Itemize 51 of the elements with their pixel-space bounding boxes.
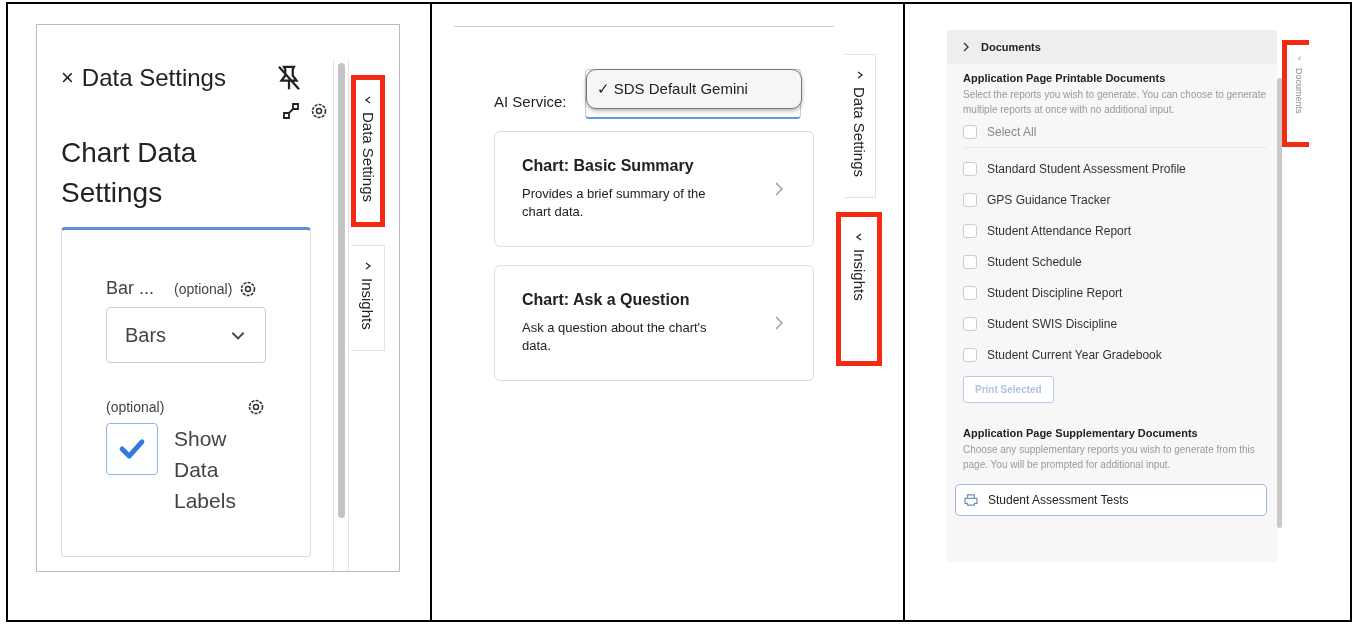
panel-title: Data Settings: [81, 64, 226, 92]
checkbox[interactable]: [963, 316, 977, 331]
ai-service-select[interactable]: ✓ SDS Default Gemini: [584, 69, 801, 119]
insight-card[interactable]: Chart: Basic Summary Provides a brief summary of the chart data.: [494, 131, 814, 247]
scrollbar[interactable]: [1277, 78, 1282, 528]
section-description: Select the reports you wish to generate. You can choose to generate multiple reports at once with no additional input.: [963, 88, 1267, 117]
section-header[interactable]: Documents: [947, 30, 1277, 64]
chevron-right-icon: [961, 41, 971, 53]
checkbox[interactable]: [963, 285, 977, 300]
card-description: Provides a brief summary of the chart data.: [522, 185, 707, 221]
section-description: Choose any supplementary reports you wish to generate from this page. You will be prompted for additional input.: [963, 443, 1256, 472]
expand-icon[interactable]: [281, 101, 301, 121]
checkbox[interactable]: [963, 192, 977, 207]
field-label: AI Service:: [494, 93, 567, 110]
checkbox-label: Student Attendance Report: [987, 223, 1132, 238]
close-button[interactable]: ×: [61, 65, 74, 91]
card-title: Chart: Basic Summary: [522, 157, 695, 175]
checkbox-label: Student Current Year Gradebook: [987, 347, 1162, 362]
checkbox[interactable]: [106, 423, 158, 475]
section-title: Application Page Supplementary Documents: [963, 427, 1199, 439]
checkbox-label: Student SWIS Discipline: [987, 316, 1118, 331]
chevron-right-icon: [773, 181, 785, 197]
checkbox-label: Student Schedule: [987, 254, 1082, 269]
checkbox-label: GPS Guidance Tracker: [987, 192, 1111, 207]
panel-heading: Chart Data Settings: [61, 136, 198, 210]
chevron-right-icon: [773, 315, 785, 331]
dropdown-option[interactable]: ✓ SDS Default Gemini: [585, 69, 802, 109]
card-title: Chart: Ask a Question: [522, 291, 691, 309]
checkbox[interactable]: [963, 347, 977, 362]
checkbox[interactable]: [963, 161, 977, 176]
bar-type-select[interactable]: Bars: [106, 307, 266, 363]
section-title: Application Page Printable Documents: [963, 72, 1167, 84]
checkbox[interactable]: [963, 254, 977, 269]
scrollbar[interactable]: [337, 63, 345, 518]
settings-icon[interactable]: [309, 101, 329, 121]
checkbox-label: Show Data Labels: [174, 426, 237, 514]
checkbox-label: Standard Student Assessment Profile: [987, 161, 1186, 176]
checkbox-label: Select All: [987, 125, 1037, 139]
document-item[interactable]: Student Assessment Tests: [955, 484, 1267, 516]
optional-label: (optional): [174, 280, 233, 297]
field-label: Bar ...: [106, 278, 154, 299]
printer-icon: [964, 494, 978, 506]
settings-icon[interactable]: [246, 397, 266, 417]
checkbox[interactable]: [963, 125, 977, 139]
checkbox-label: Student Discipline Report: [987, 285, 1123, 300]
document-label: Student Assessment Tests: [988, 493, 1129, 507]
optional-label: (optional): [106, 399, 165, 415]
card-description: Ask a question about the chart's data.: [522, 319, 708, 355]
insight-card[interactable]: Chart: Ask a Question Ask a question about the chart's data.: [494, 265, 814, 381]
chevron-icon: [1295, 55, 1303, 62]
checkbox[interactable]: [963, 223, 977, 238]
